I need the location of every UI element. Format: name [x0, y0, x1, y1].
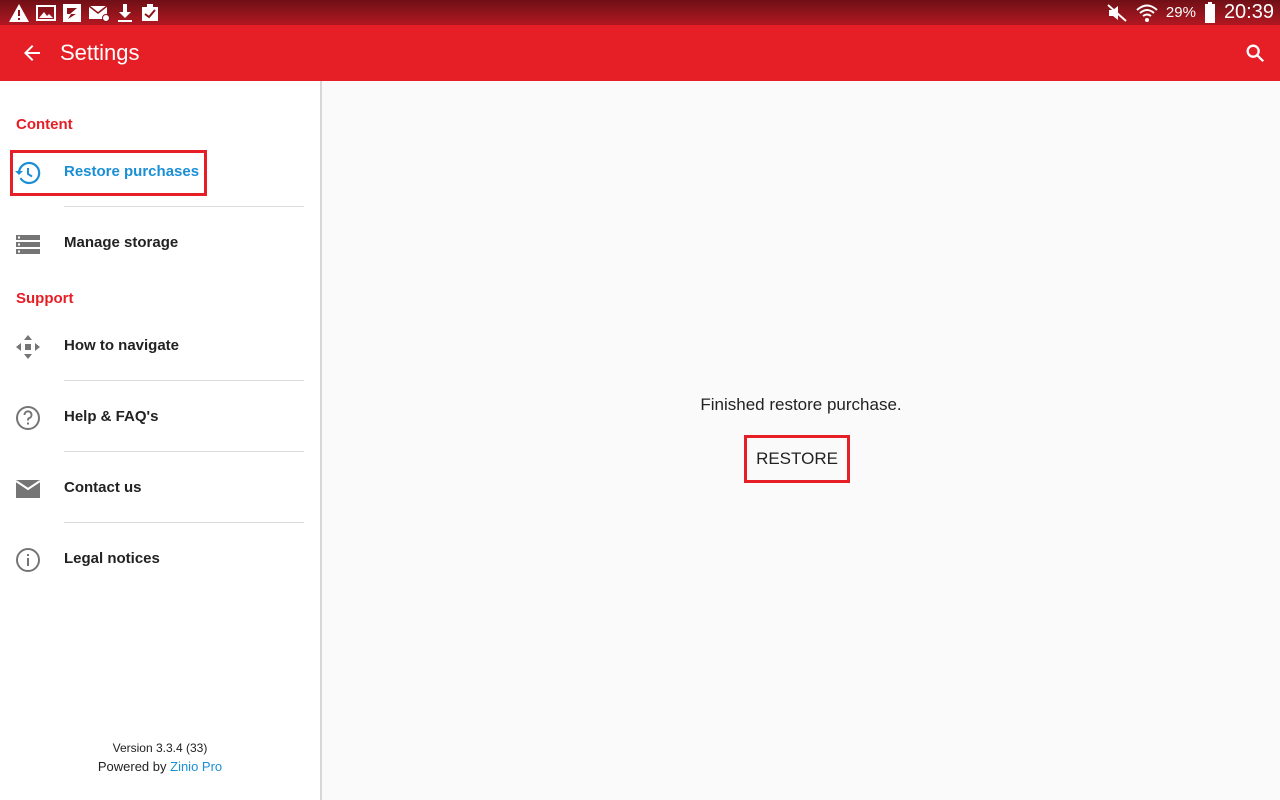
search-icon[interactable]: [1244, 42, 1266, 64]
image-icon: [36, 5, 56, 21]
sidebar-item-label: Help & FAQ's: [64, 408, 159, 425]
clock: 20:39: [1223, 1, 1274, 23]
app-bar: Settings: [0, 25, 1280, 81]
clipboard-check-icon: [142, 4, 158, 21]
sidebar-item-how-to-navigate[interactable]: How to navigate: [0, 326, 320, 366]
restore-button[interactable]: RESTORE: [744, 435, 850, 483]
battery-icon: [1204, 1, 1215, 23]
storage-icon: [16, 235, 40, 254]
settings-sidebar: Content Restore purchases Manage storage…: [0, 81, 322, 800]
status-bar: 29% 20:39: [0, 0, 1280, 25]
page-title: Settings: [60, 40, 140, 65]
app-version: Version 3.3.4 (33): [112, 741, 208, 755]
move-arrows-icon: [16, 335, 40, 359]
sidebar-item-label: Manage storage: [64, 234, 179, 251]
zinio-icon: [63, 4, 81, 22]
help-circle-icon: [16, 406, 40, 430]
sidebar-item-manage-storage[interactable]: Manage storage: [0, 223, 320, 263]
sidebar-item-contact-us[interactable]: Contact us: [0, 468, 320, 508]
mail-icon: [88, 5, 110, 22]
system-status: 29% 20:39: [1106, 0, 1274, 25]
warning-icon: [9, 4, 29, 22]
back-arrow-icon[interactable]: [20, 41, 44, 65]
divider: [64, 206, 304, 207]
powered-by: Powered by Zinio Pro: [0, 759, 320, 774]
sidebar-item-restore-purchases[interactable]: Restore purchases: [0, 152, 320, 192]
wifi-icon: [1136, 4, 1158, 22]
status-message: Finished restore purchase.: [700, 395, 902, 414]
divider: [64, 451, 304, 452]
divider: [64, 380, 304, 381]
download-icon: [118, 4, 132, 22]
sidebar-item-label: Legal notices: [64, 550, 160, 567]
sidebar-item-help-faq[interactable]: Help & FAQ's: [0, 397, 320, 437]
divider: [64, 522, 304, 523]
mute-icon: [1107, 3, 1127, 22]
section-support-title: Support: [16, 290, 74, 307]
powered-by-label: Powered by: [97, 759, 167, 774]
zinio-pro-link[interactable]: Zinio Pro: [170, 759, 222, 774]
main-content: Finished restore purchase. RESTORE: [322, 81, 1280, 800]
history-icon: [15, 161, 41, 185]
sidebar-item-legal-notices[interactable]: Legal notices: [0, 539, 320, 579]
section-content-title: Content: [16, 116, 73, 133]
battery-percent: 29%: [1165, 4, 1196, 21]
notification-icons: [8, 2, 160, 24]
sidebar-item-label: How to navigate: [64, 337, 180, 354]
sidebar-item-label: Contact us: [64, 479, 142, 496]
info-circle-icon: [16, 548, 40, 572]
sidebar-item-label: Restore purchases: [64, 163, 200, 180]
mail-icon: [15, 480, 41, 498]
